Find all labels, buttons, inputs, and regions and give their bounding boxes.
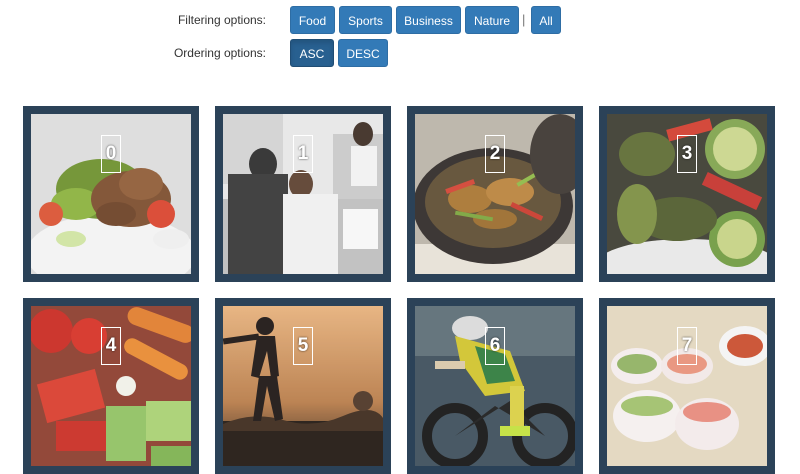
gallery-item[interactable]: 3: [599, 106, 775, 282]
sports-cyclist-image: 6: [415, 306, 575, 466]
business-meeting-image: 1: [223, 114, 383, 274]
gallery-item[interactable]: 5: [215, 298, 391, 474]
food-spring-rolls-image: 7: [607, 306, 767, 466]
filter-label: Filtering options:: [177, 13, 266, 27]
item-number: 7: [677, 327, 697, 365]
item-number: 3: [677, 135, 697, 173]
order-row: Ordering options: ASC DESC: [0, 38, 800, 68]
food-vegetables-image: 4: [31, 306, 191, 466]
item-number: 1: [293, 135, 313, 173]
gallery-item[interactable]: 6: [407, 298, 583, 474]
filter-business-button[interactable]: Business: [396, 6, 461, 34]
item-number: 5: [293, 327, 313, 365]
order-desc-button[interactable]: DESC: [338, 39, 388, 67]
order-label: Ordering options:: [173, 46, 266, 60]
food-stir-fry-image: 2: [415, 114, 575, 274]
sports-runner-image: 5: [223, 306, 383, 466]
filter-row: Filtering options: Food Sports Business …: [0, 5, 800, 35]
filter-all-button[interactable]: All: [531, 6, 561, 34]
item-number: 6: [485, 327, 505, 365]
gallery-item[interactable]: 2: [407, 106, 583, 282]
gallery-item[interactable]: 0: [23, 106, 199, 282]
gallery-item[interactable]: 7: [599, 298, 775, 474]
food-salad-image: 0: [31, 114, 191, 274]
filter-sports-button[interactable]: Sports: [339, 6, 392, 34]
item-number: 0: [101, 135, 121, 173]
gallery-item[interactable]: 1: [215, 106, 391, 282]
filter-separator: |: [522, 12, 526, 27]
food-roasted-vegetables-image: 3: [607, 114, 767, 274]
filter-food-button[interactable]: Food: [290, 6, 335, 34]
filter-nature-button[interactable]: Nature: [465, 6, 519, 34]
order-asc-button[interactable]: ASC: [290, 39, 334, 67]
item-number: 4: [101, 327, 121, 365]
item-number: 2: [485, 135, 505, 173]
gallery-item[interactable]: 4: [23, 298, 199, 474]
